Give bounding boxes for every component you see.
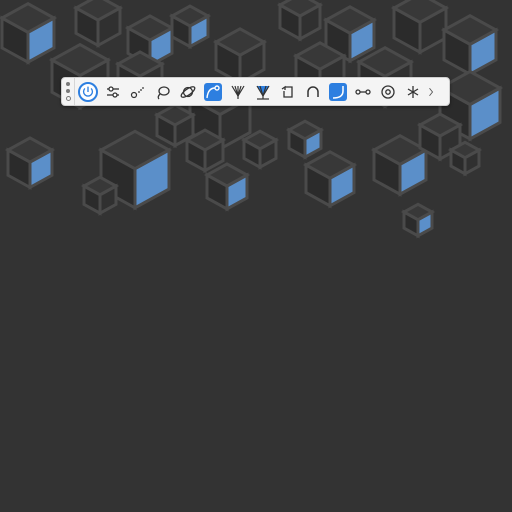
node-tool-button[interactable] — [125, 79, 150, 104]
curve-corner-icon — [332, 85, 344, 99]
lasso-tool-button[interactable] — [150, 79, 175, 104]
asterisk-tool-button[interactable] — [400, 79, 425, 104]
target-ring-icon — [380, 84, 395, 99]
node-dots-icon — [130, 86, 144, 98]
link-nodes-tool-button[interactable] — [350, 79, 375, 104]
toolbar-drag-handle[interactable] — [62, 78, 75, 105]
target-ring-tool-button[interactable] — [375, 79, 400, 104]
asterisk-icon — [407, 85, 418, 98]
arch-icon — [306, 85, 319, 97]
power-tool-button[interactable] — [75, 79, 100, 104]
lasso-icon — [157, 85, 170, 99]
rotate-square-icon — [281, 85, 293, 98]
sliders-icon — [106, 85, 119, 98]
power-icon — [82, 86, 93, 97]
fan-brush-tool-button[interactable] — [225, 79, 250, 104]
toolbar-overflow-button[interactable] — [425, 78, 437, 105]
curve-node-icon — [205, 84, 220, 98]
chevron-right-icon — [429, 87, 434, 96]
curve-node-tool-button[interactable] — [200, 79, 225, 104]
curve-corner-tool-button[interactable] — [325, 79, 350, 104]
link-nodes-icon — [354, 88, 371, 95]
orbit-icon — [180, 85, 195, 98]
rotate-square-tool-button[interactable] — [275, 79, 300, 104]
orbit-tool-button[interactable] — [175, 79, 200, 104]
arch-tool-button[interactable] — [300, 79, 325, 104]
floating-toolbar — [61, 77, 450, 106]
fan-brush-icon — [230, 85, 245, 99]
sliders-tool-button[interactable] — [100, 79, 125, 104]
fan-brush-filled-icon — [255, 85, 270, 100]
fan-brush-filled-tool-button[interactable] — [250, 79, 275, 104]
